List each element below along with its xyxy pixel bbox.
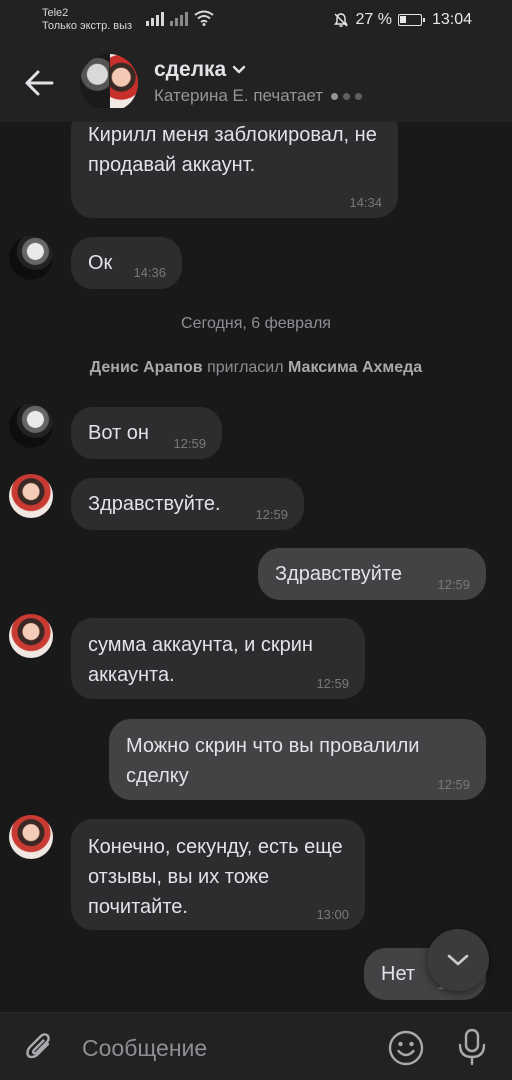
chat-avatar[interactable]: [80, 54, 138, 112]
chat-title-text: сделка: [154, 58, 227, 81]
service-action: пригласил: [207, 359, 284, 376]
chevron-down-icon: [233, 65, 246, 74]
avatar[interactable]: [9, 474, 53, 518]
paperclip-icon: [26, 1033, 50, 1059]
message-bubble[interactable]: Кирилл меня заблокировал, не продавай ак…: [71, 108, 398, 218]
typing-status: Катерина Е. печатает: [154, 86, 363, 106]
bell-off-icon: [334, 13, 349, 27]
message-composer: [0, 1012, 512, 1080]
battery-icon: [397, 14, 425, 26]
message-time: 12:59: [255, 507, 288, 522]
chevron-down-icon: [447, 954, 469, 966]
message-bubble[interactable]: Конечно, секунду, есть еще отзывы, вы их…: [71, 819, 365, 930]
message-bubble[interactable]: Ок 14:36: [71, 237, 182, 289]
message-bubble-outgoing[interactable]: Здравствуйте 12:59: [258, 548, 486, 600]
signal-icon: [146, 10, 164, 26]
smiley-icon: [388, 1030, 424, 1066]
message-bubble[interactable]: Вот он 12:59: [71, 407, 222, 459]
message-bubble[interactable]: сумма аккаунта, и скрин аккаунта. 12:59: [71, 618, 365, 699]
arrow-left-icon: [25, 70, 54, 96]
message-bubble[interactable]: Здравствуйте. 12:59: [71, 478, 304, 530]
message-text: Можно скрин что вы провалили сделку: [126, 735, 420, 787]
message-time: 14:34: [349, 195, 382, 210]
message-time: 12:59: [437, 777, 470, 792]
carrier-name: Tele2: [42, 7, 69, 19]
voice-message-button[interactable]: [455, 1027, 489, 1067]
avatar[interactable]: [9, 236, 53, 280]
network-icons: [146, 10, 214, 26]
message-time: 12:59: [437, 577, 470, 592]
message-input[interactable]: [82, 1033, 362, 1063]
service-actor[interactable]: Денис Арапов: [90, 359, 203, 376]
avatar[interactable]: [9, 404, 53, 448]
service-target[interactable]: Максима Ахмеда: [288, 359, 422, 376]
message-text: Кирилл меня заблокировал, не продавай ак…: [88, 124, 377, 176]
message-time: 12:59: [173, 436, 206, 451]
wifi-icon: [194, 10, 214, 26]
signal-no-sim-icon: [170, 10, 188, 26]
scroll-to-bottom-button[interactable]: [427, 929, 489, 991]
chat-title[interactable]: сделка: [154, 58, 246, 82]
message-time: 14:36: [133, 265, 166, 280]
message-time: 12:59: [316, 676, 349, 691]
microphone-icon: [458, 1028, 486, 1066]
service-message: Денис Арапов пригласил Максима Ахмеда: [0, 359, 512, 377]
avatar[interactable]: [9, 815, 53, 859]
avatar[interactable]: [9, 614, 53, 658]
typing-status-text: Катерина Е. печатает: [154, 86, 324, 105]
attach-button[interactable]: [22, 1029, 58, 1065]
battery-percent: 27 %: [355, 11, 392, 28]
status-bar: Tele2 Только экстр. выз 27 % 13:04: [0, 0, 512, 44]
clock: 13:04: [431, 11, 472, 28]
emoji-button[interactable]: [387, 1029, 425, 1067]
carrier-status: Только экстр. выз: [42, 20, 133, 32]
typing-dots-icon: [331, 92, 363, 100]
status-right: 27 % 13:04: [333, 11, 472, 29]
carrier-info: Tele2 Только экстр. выз: [42, 7, 132, 33]
date-separator: Сегодня, 6 февраля: [181, 315, 331, 332]
message-time: 13:00: [316, 907, 349, 922]
message-bubble-outgoing[interactable]: Можно скрин что вы провалили сделку 12:5…: [109, 719, 486, 800]
back-button[interactable]: [20, 64, 60, 102]
